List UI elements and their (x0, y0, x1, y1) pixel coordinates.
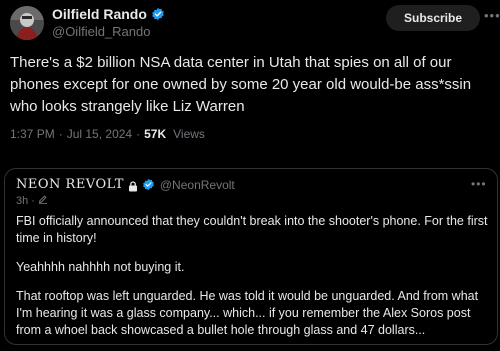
quote-author-display-name[interactable]: NEON REVOLT (16, 177, 124, 192)
tweet-date[interactable]: Jul 15, 2024 (67, 127, 132, 141)
quote-meta: 3h · (16, 194, 48, 207)
quote-text: FBI officially announced that they could… (16, 213, 494, 351)
meta-separator: · (58, 127, 63, 141)
views-count[interactable]: 57K (144, 127, 166, 141)
quote-paragraph: That rooftop was left unguarded. He was … (16, 289, 479, 337)
lock-icon (128, 179, 138, 192)
more-icon[interactable]: ••• (484, 8, 500, 23)
author-handle[interactable]: @Oilfield_Rando (52, 24, 150, 39)
avatar-image (10, 6, 44, 40)
verified-badge-icon[interactable] (151, 7, 165, 21)
subscribe-button[interactable]: Subscribe (386, 5, 480, 31)
meta-separator: · (31, 194, 35, 207)
verified-badge-icon[interactable] (142, 178, 156, 192)
tweet-meta: 1:37 PM · Jul 15, 2024 · 57K Views (10, 127, 205, 141)
author-name-line: Oilfield Rando (52, 6, 165, 22)
quote-author-handle[interactable]: @NeonRevolt (160, 178, 235, 192)
tweet-time[interactable]: 1:37 PM (10, 127, 55, 141)
views-label: Views (173, 127, 205, 141)
quote-paragraph: Yeahhhh nahhhh not buying it. (16, 260, 185, 274)
tweet-text: There's a $2 billion NSA data center in … (10, 54, 472, 115)
more-icon[interactable]: ••• (471, 177, 487, 191)
quote-age[interactable]: 3h (16, 195, 28, 207)
author-display-name[interactable]: Oilfield Rando (52, 6, 147, 22)
edit-icon (38, 194, 48, 207)
quote-paragraph: FBI officially announced that they could… (16, 214, 488, 245)
meta-separator: · (136, 127, 141, 141)
avatar[interactable] (10, 6, 44, 40)
main-tweet: Oilfield Rando @Oilfield_Rando Subscribe… (0, 0, 500, 160)
quoted-tweet[interactable]: NEON REVOLT @NeonRevolt ••• 3h · FBI off… (4, 168, 498, 345)
quote-author-name-line: NEON REVOLT @NeonRevolt (16, 177, 235, 192)
